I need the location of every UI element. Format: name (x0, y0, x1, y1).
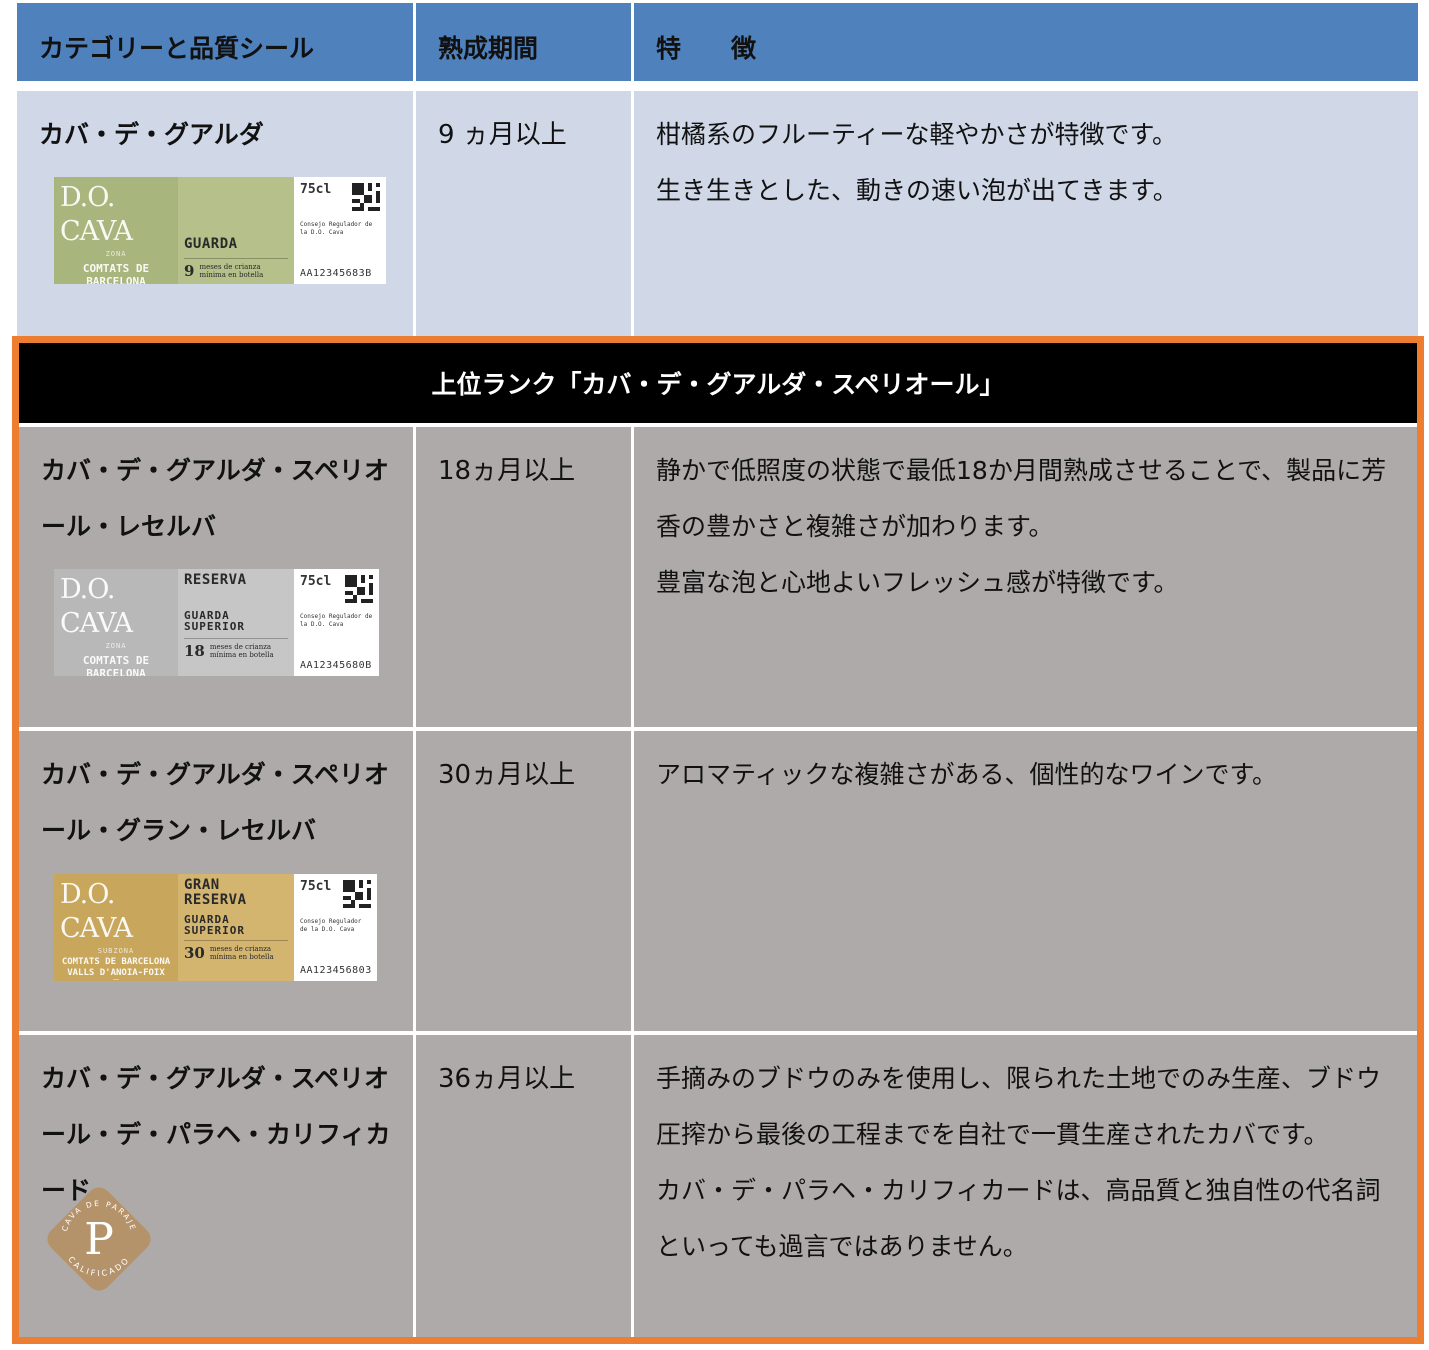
row3-name: カバ・デ・グアルダ・スペリオール・グラン・レセルバ (41, 760, 390, 845)
row3-period-cell: 30ヵ月以上 (416, 731, 631, 1031)
header-period: 熟成期間 (416, 3, 631, 81)
header-features: 特 徴 (634, 3, 1418, 81)
row2-feature-2: 豊富な泡と心地よいフレッシュ感が特徴です。 (656, 568, 1179, 597)
row3-period: 30ヵ月以上 (438, 760, 576, 790)
paraje-calificado-badge-icon: CAVA DE PARAJE P CALIFICADO (47, 1187, 151, 1291)
header-category: カテゴリーと品質シール (17, 3, 413, 81)
reserva-seal-label: D.O. CAVA ZONA COMTATS DE BARCELONA RESE… (54, 569, 379, 676)
row4-feature-1: 手摘みのブドウのみを使用し、限られた土地でのみ生産、ブドウ圧搾から最後の工程まで… (656, 1064, 1382, 1149)
row2-period-cell: 18ヵ月以上 (416, 427, 631, 727)
row1-period-cell: 9 ヵ月以上 (416, 91, 631, 336)
seal-brand: D.O. CAVA (60, 182, 133, 247)
row2-period: 18ヵ月以上 (438, 456, 576, 486)
seal-months: 9 (184, 262, 195, 280)
row1-period: 9 ヵ月以上 (438, 120, 567, 150)
svg-text:P: P (84, 1214, 114, 1265)
seal-code: AA12345683B (300, 268, 372, 279)
qr-code-icon (345, 575, 373, 603)
seal-grade: GUARDA (184, 236, 238, 252)
row1-feature-2: 生き生きとした、動きの速い泡が出てきます。 (656, 176, 1178, 205)
row4-period: 36ヵ月以上 (438, 1064, 576, 1094)
row1-name: カバ・デ・グアルダ (39, 120, 264, 149)
gran-reserva-seal-label: D.O. CAVA SUBZONA COMTATS DE BARCELONA V… (54, 874, 377, 981)
row3-features: アロマティックな複雑さがある、個性的なワインです。 (634, 731, 1417, 1031)
row2-name: カバ・デ・グアルダ・スペリオール・レセルバ (41, 456, 390, 541)
guarda-seal-label: D.O. CAVA ZONA COMTATS DE BARCELONA GUAR… (54, 177, 386, 284)
row2-feature-1: 静かで低照度の状態で最低18か月間熟成させることで、製品に芳香の豊かさと複雑さが… (656, 456, 1387, 541)
row4-feature-2: カバ・デ・パラヘ・カリフィカードは、高品質と独自性の代名詞といっても過言ではあり… (656, 1176, 1381, 1261)
row4-features: 手摘みのブドウのみを使用し、限られた土地でのみ生産、ブドウ圧搾から最後の工程まで… (634, 1035, 1417, 1337)
row1-feature-1: 柑橘系のフルーティーな軽やかさが特徴です。 (656, 120, 1178, 149)
row2-features: 静かで低照度の状態で最低18か月間熟成させることで、製品に芳香の豊かさと複雑さが… (634, 427, 1417, 727)
row4-period-cell: 36ヵ月以上 (416, 1035, 631, 1337)
row3-feature-1: アロマティックな複雑さがある、個性的なワインです。 (656, 760, 1278, 789)
seal-region: COMTATS DE BARCELONA (82, 262, 150, 284)
qr-code-icon (352, 183, 380, 211)
qr-code-icon (343, 880, 371, 908)
row1-features: 柑橘系のフルーティーな軽やかさが特徴です。 生き生きとした、動きの速い泡が出てき… (634, 91, 1418, 336)
superior-rank-band: 上位ランク「カバ・デ・グアルダ・スペリオール」 (19, 343, 1417, 423)
